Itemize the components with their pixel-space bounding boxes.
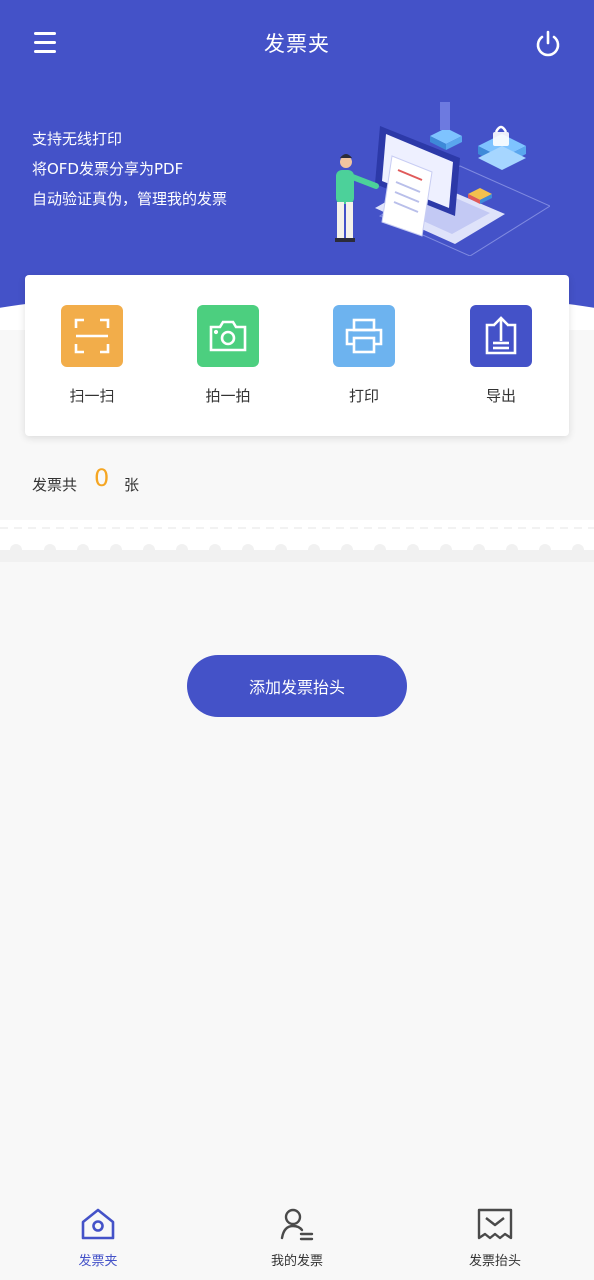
page-title: 发票夹	[264, 32, 330, 56]
printer-icon	[333, 305, 395, 367]
user-icon	[232, 1204, 362, 1244]
count-suffix: 张	[124, 476, 140, 494]
invoice-illustration	[335, 102, 550, 256]
count-value: 0	[94, 464, 110, 492]
action-label: 打印	[348, 387, 379, 405]
export-icon	[470, 305, 532, 367]
quick-actions-card: 扫一扫 拍一拍 打印 导出	[25, 275, 569, 436]
feature-line: 支持无线打印	[32, 130, 123, 148]
home-icon	[33, 1204, 163, 1244]
feature-list: 支持无线打印 将OFD发票分享为PDF 自动验证真伪，管理我的发票	[32, 124, 227, 214]
tab-label: 我的发票	[270, 1254, 323, 1269]
feature-line: 将OFD发票分享为PDF	[32, 160, 184, 178]
add-invoice-title-button[interactable]: 添加发票抬头	[187, 655, 407, 717]
count-prefix: 发票共	[32, 476, 78, 494]
perforated-divider	[0, 520, 594, 562]
action-scan[interactable]: 扫一扫	[47, 305, 137, 406]
tab-my-invoices[interactable]: 我的发票	[232, 1204, 362, 1269]
camera-icon	[197, 305, 259, 367]
tab-label: 发票抬头	[468, 1254, 521, 1269]
tab-label: 发票夹	[78, 1254, 118, 1269]
action-label: 导出	[485, 387, 516, 405]
action-label: 扫一扫	[69, 387, 115, 405]
tab-invoice-folder[interactable]: 发票夹	[33, 1204, 163, 1269]
bottom-tab-bar: 发票夹 我的发票 发票抬头	[0, 1190, 594, 1280]
action-label: 拍一拍	[205, 387, 251, 405]
top-bar: 发票夹	[0, 0, 594, 88]
feature-line: 自动验证真伪，管理我的发票	[32, 190, 228, 208]
action-export[interactable]: 导出	[456, 305, 546, 406]
tab-invoice-title[interactable]: 发票抬头	[430, 1204, 560, 1269]
receipt-icon	[430, 1204, 560, 1244]
action-print[interactable]: 打印	[319, 305, 409, 406]
power-icon[interactable]	[530, 26, 566, 62]
scan-icon	[61, 305, 123, 367]
action-photo[interactable]: 拍一拍	[183, 305, 273, 406]
